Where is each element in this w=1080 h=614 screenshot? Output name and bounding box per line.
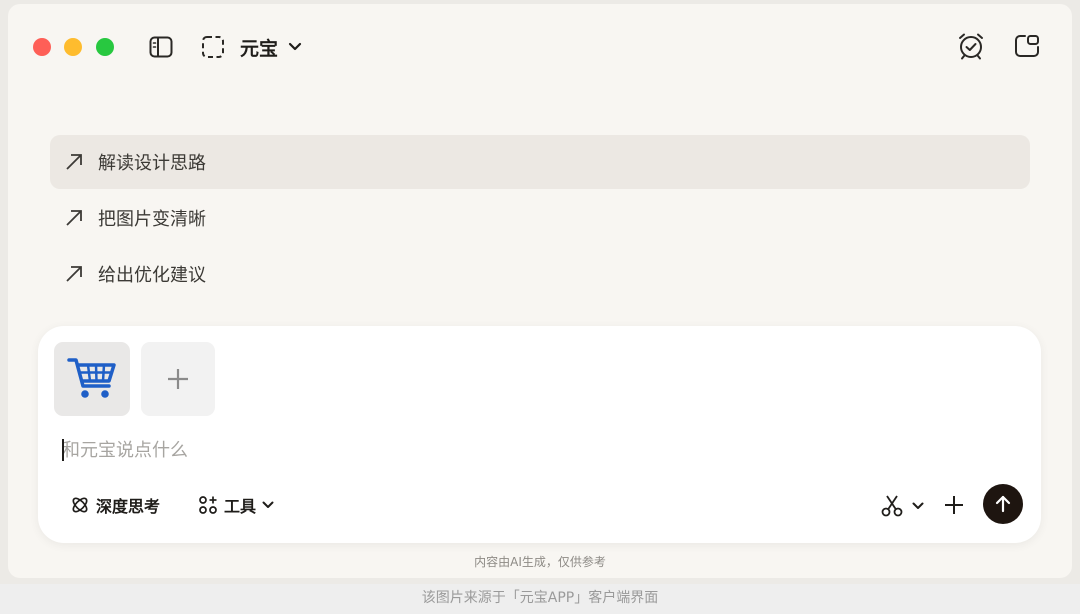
new-window-icon[interactable] xyxy=(1013,33,1041,59)
maximize-window-button[interactable] xyxy=(96,38,114,56)
plus-icon xyxy=(168,369,188,389)
model-name: 元宝 xyxy=(240,37,279,60)
suggestion-item[interactable]: 解读设计思路 xyxy=(50,135,1030,189)
shopping-cart-icon xyxy=(67,358,116,398)
message-input[interactable] xyxy=(62,436,962,464)
chevron-down-icon xyxy=(288,42,302,51)
ai-disclaimer: 内容由AI生成，仅供参考 xyxy=(474,555,606,569)
deep-think-toggle[interactable]: 深度思考 xyxy=(70,492,160,518)
chevron-down-icon xyxy=(912,502,924,509)
arrow-up-right-icon xyxy=(50,152,98,172)
arrow-up-icon xyxy=(995,495,1011,513)
suggestion-label: 解读设计思路 xyxy=(98,153,206,174)
model-selector[interactable]: 元宝 xyxy=(240,34,302,60)
add-button[interactable] xyxy=(942,493,966,517)
source-caption: 该图片来源于「元宝APP」客户端界面 xyxy=(0,584,1080,614)
suggestion-item[interactable]: 把图片变清晰 xyxy=(50,191,1030,245)
suggestion-label: 给出优化建议 xyxy=(98,265,206,286)
alarm-clock-icon[interactable] xyxy=(956,31,986,61)
scissors-dropdown[interactable] xyxy=(878,492,926,520)
arrow-up-right-icon xyxy=(50,208,98,228)
sidebar-toggle-icon[interactable] xyxy=(148,34,174,60)
tools-dropdown[interactable]: 工具 xyxy=(198,492,274,518)
suggestion-label: 把图片变清晰 xyxy=(98,209,206,230)
add-attachment-button[interactable] xyxy=(141,342,215,416)
send-button[interactable] xyxy=(983,484,1023,524)
deep-think-label: 深度思考 xyxy=(96,497,161,516)
select-region-icon[interactable] xyxy=(200,34,226,60)
close-window-button[interactable] xyxy=(33,38,51,56)
chat-composer: 深度思考 工具 xyxy=(38,326,1041,543)
scissors-icon xyxy=(881,495,903,517)
text-caret xyxy=(62,439,64,461)
arrow-up-right-icon xyxy=(50,264,98,284)
chevron-down-icon xyxy=(262,501,274,508)
plus-icon xyxy=(945,496,963,514)
attachment-thumbnail[interactable] xyxy=(54,342,130,416)
minimize-window-button[interactable] xyxy=(64,38,82,56)
atom-icon xyxy=(72,497,88,513)
tools-grid-icon xyxy=(199,496,217,514)
suggestion-item[interactable]: 给出优化建议 xyxy=(50,247,1030,301)
tools-label: 工具 xyxy=(224,497,257,516)
